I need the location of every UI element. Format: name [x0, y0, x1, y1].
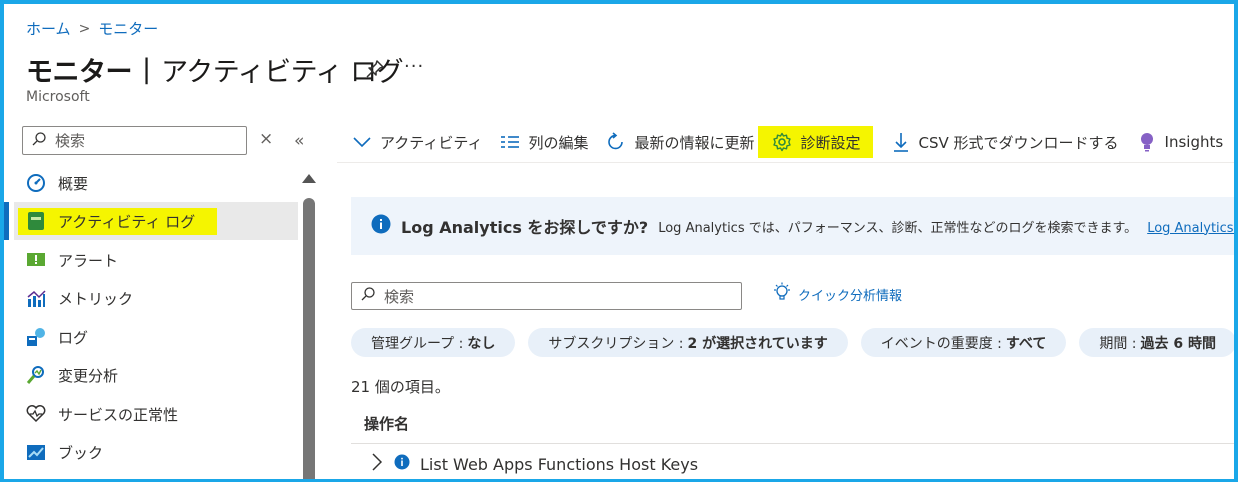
gear-icon: [772, 132, 792, 152]
download-csv-button[interactable]: CSV 形式でダウンロードする: [891, 126, 1119, 158]
filter-value: すべて: [1005, 335, 1047, 352]
info-icon: [394, 454, 410, 474]
filter-value: 過去 6 時間: [1140, 335, 1217, 352]
sidebar-item-alerts[interactable]: アラート: [14, 241, 298, 279]
log-analytics-link[interactable]: Log Analytics にアクセス: [1147, 217, 1238, 236]
info-icon: [371, 214, 391, 238]
heart-icon: [26, 404, 46, 424]
info-banner: Log Analytics をお探しですか? Log Analytics では、…: [351, 197, 1238, 255]
filter-label: イベントの重要度 :: [880, 335, 1002, 352]
filter-value: 2 が選択されています: [687, 335, 828, 352]
edit-columns-button[interactable]: 列の編集: [500, 126, 588, 158]
insights-label: Insights: [1164, 133, 1224, 151]
chevron-right-icon: >: [78, 20, 91, 37]
change-analysis-icon: [26, 365, 46, 385]
sidebar-search-placeholder: 検索: [55, 132, 86, 150]
filter-subscription[interactable]: サブスクリプション : 2 が選択されています: [528, 328, 848, 357]
sidebar-item-service-health[interactable]: サービスの正常性: [14, 395, 298, 433]
sidebar-item-change-analysis[interactable]: 変更分析: [14, 356, 298, 394]
sidebar-item-workbooks[interactable]: ブック: [14, 433, 298, 471]
sidebar-item-label: メトリック: [58, 289, 134, 308]
activity-label: アクティビティ: [380, 133, 483, 152]
sidebar-item-label: ブック: [58, 443, 104, 462]
filter-pills: 管理グループ : なし サブスクリプション : 2 が選択されています イベント…: [351, 328, 1237, 357]
column-header-operation-name[interactable]: 操作名: [364, 413, 409, 434]
clear-search-button[interactable]: ×: [259, 129, 273, 149]
insights-button[interactable]: Insights: [1137, 126, 1224, 158]
collapse-sidebar-button[interactable]: «: [294, 131, 304, 151]
filter-timespan[interactable]: 期間 : 過去 6 時間: [1079, 328, 1237, 357]
logs-icon: [26, 327, 46, 347]
refresh-icon: [606, 132, 626, 152]
sidebar-item-logs[interactable]: ログ: [14, 318, 298, 356]
operation-name: List Web Apps Functions Host Keys: [420, 454, 699, 474]
expand-chevron-icon[interactable]: [370, 452, 384, 476]
sidebar-item-label: ログ: [58, 328, 89, 347]
refresh-label: 最新の情報に更新: [634, 133, 755, 152]
refresh-button[interactable]: 最新の情報に更新: [606, 126, 754, 158]
filter-label: サブスクリプション :: [548, 335, 684, 352]
sidebar-item-activity-log[interactable]: アクティビティ ログ: [14, 202, 298, 240]
diagnostic-settings-button[interactable]: 診断設定: [758, 126, 873, 158]
filter-value: なし: [467, 335, 496, 352]
more-options-button[interactable]: ···: [404, 56, 424, 77]
gauge-icon: [26, 173, 46, 193]
banner-text: Log Analytics では、パフォーマンス、診断、正常性などのログを検索で…: [658, 220, 1138, 236]
breadcrumb-monitor[interactable]: モニター: [98, 18, 158, 39]
edit-columns-label: 列の編集: [528, 133, 589, 152]
sidebar-search-input[interactable]: 検索: [22, 126, 247, 155]
activity-toggle-button[interactable]: アクティビティ: [352, 126, 482, 158]
page-title: モニター | アクティビティ ログ: [26, 50, 404, 89]
activity-search-input[interactable]: 検索: [351, 282, 742, 310]
activity-search-placeholder: 検索: [384, 287, 415, 306]
lightbulb-outline-icon: [772, 282, 792, 306]
filter-management-group[interactable]: 管理グループ : なし: [351, 328, 516, 357]
diagnostic-settings-label: 診断設定: [800, 133, 861, 152]
table-row[interactable]: List Web Apps Functions Host Keys: [370, 452, 698, 476]
scroll-up-arrow-icon[interactable]: [302, 174, 316, 183]
download-csv-label: CSV 形式でダウンロードする: [918, 133, 1119, 152]
search-icon: [360, 286, 376, 306]
lightbulb-icon: [1137, 132, 1157, 152]
command-bar: アクティビティ 列の編集 最新の情報に更新 診断設定 CSV 形式でダウンロード…: [352, 126, 1238, 158]
title-separator: |: [142, 54, 152, 85]
sidebar-item-label: 変更分析: [58, 366, 119, 385]
filter-event-severity[interactable]: イベントの重要度 : すべて: [860, 328, 1067, 357]
banner-title: Log Analytics をお探しですか?: [401, 218, 649, 237]
download-icon: [891, 132, 911, 152]
sidebar-item-label: サービスの正常性: [58, 405, 179, 424]
alert-icon: [26, 250, 46, 270]
sidebar-item-overview[interactable]: 概要: [14, 164, 298, 202]
sidebar-item-label: アラート: [58, 251, 119, 270]
chevron-down-icon: [352, 132, 372, 152]
filter-label: 管理グループ :: [371, 335, 464, 352]
sidebar-scrollbar-thumb[interactable]: [303, 198, 315, 482]
sidebar-item-label: アクティビティ ログ: [18, 207, 218, 235]
breadcrumb: ホーム > モニター: [26, 18, 158, 39]
pin-icon[interactable]: [364, 58, 386, 80]
search-icon: [31, 131, 47, 151]
metrics-icon: [26, 288, 46, 308]
quick-insights-label: クイック分析情報: [798, 288, 903, 304]
table-divider: [351, 443, 1238, 444]
columns-icon: [500, 132, 520, 152]
workbook-icon: [26, 442, 46, 462]
page-title-main: モニター: [26, 57, 133, 88]
toolbar-divider: [337, 162, 1238, 163]
page-subtitle: Microsoft: [26, 89, 90, 105]
breadcrumb-home[interactable]: ホーム: [26, 18, 71, 39]
sidebar-item-metrics[interactable]: メトリック: [14, 279, 298, 317]
quick-insights-link[interactable]: クイック分析情報: [772, 282, 902, 306]
active-indicator: [4, 202, 9, 240]
activity-log-icon: [26, 211, 46, 231]
sidebar-item-label: 概要: [58, 174, 89, 193]
item-count: 21 個の項目。: [351, 378, 450, 396]
filter-label: 期間 :: [1099, 335, 1137, 352]
